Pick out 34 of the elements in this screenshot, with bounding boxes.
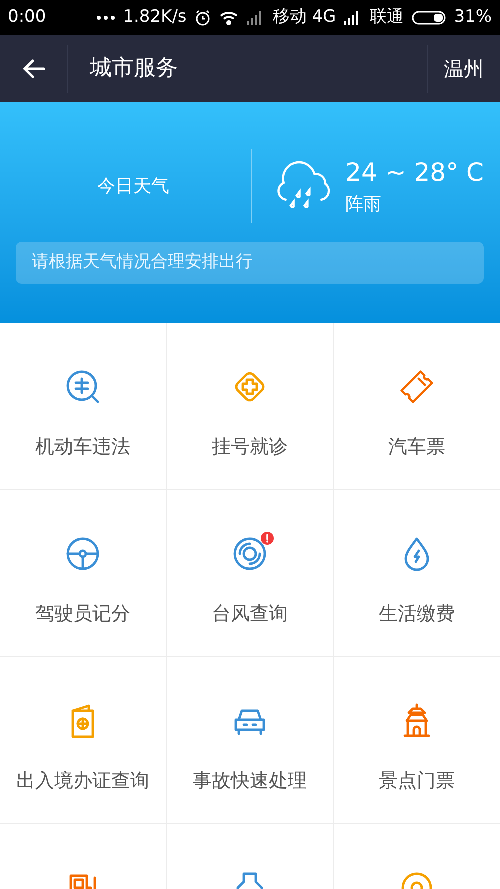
weather-label: 今日天气 bbox=[96, 174, 171, 198]
clock-time: 0:00 bbox=[8, 6, 46, 29]
service-tile[interactable]: 机动车违法 bbox=[0, 323, 166, 489]
wifi-icon bbox=[218, 10, 239, 26]
weather-tip: 请根据天气情况合理安排出行 bbox=[16, 242, 484, 284]
carrier-label: 移动 4G bbox=[272, 6, 336, 29]
service-label: 生活缴费 bbox=[379, 602, 455, 627]
service-tile[interactable]: 挂号就诊 bbox=[167, 323, 333, 489]
back-arrow-icon bbox=[22, 58, 46, 80]
service-label: 出入境办证查询 bbox=[16, 769, 150, 794]
city-selector[interactable]: 温州 bbox=[427, 44, 500, 92]
service-tile[interactable]: 驾驶员记分 bbox=[0, 490, 166, 656]
service-tile[interactable]: 景点门票 bbox=[334, 657, 500, 823]
temperature-range: 24 ~ 28° C bbox=[346, 156, 484, 189]
notification-dots-icon bbox=[97, 16, 116, 20]
service-label: 台风查询 bbox=[212, 602, 288, 627]
service-tile[interactable]: 台风查询 bbox=[167, 490, 333, 656]
service-label: 事故快速处理 bbox=[193, 769, 307, 794]
weather-condition: 阵雨 bbox=[346, 193, 383, 218]
network-speed: 1.82K/s bbox=[123, 6, 187, 29]
service-label: 挂号就诊 bbox=[212, 435, 288, 460]
carrier-label: 联通 bbox=[370, 6, 404, 29]
battery-percent: 31% bbox=[454, 6, 492, 29]
alarm-icon bbox=[194, 10, 211, 26]
page-title: 城市服务 bbox=[90, 55, 179, 83]
service-label: 汽车票 bbox=[388, 435, 446, 460]
service-label: 驾驶员记分 bbox=[36, 602, 130, 627]
battery-icon bbox=[412, 10, 446, 24]
service-label: 机动车违法 bbox=[36, 435, 130, 460]
service-tile[interactable]: 汽车票 bbox=[334, 323, 500, 489]
service-tile[interactable]: 事故快速处理 bbox=[167, 657, 333, 823]
service-tile[interactable]: 生活缴费 bbox=[334, 490, 500, 656]
service-tile[interactable]: 出入境办证查询 bbox=[0, 657, 166, 823]
service-label: 景点门票 bbox=[379, 769, 455, 794]
